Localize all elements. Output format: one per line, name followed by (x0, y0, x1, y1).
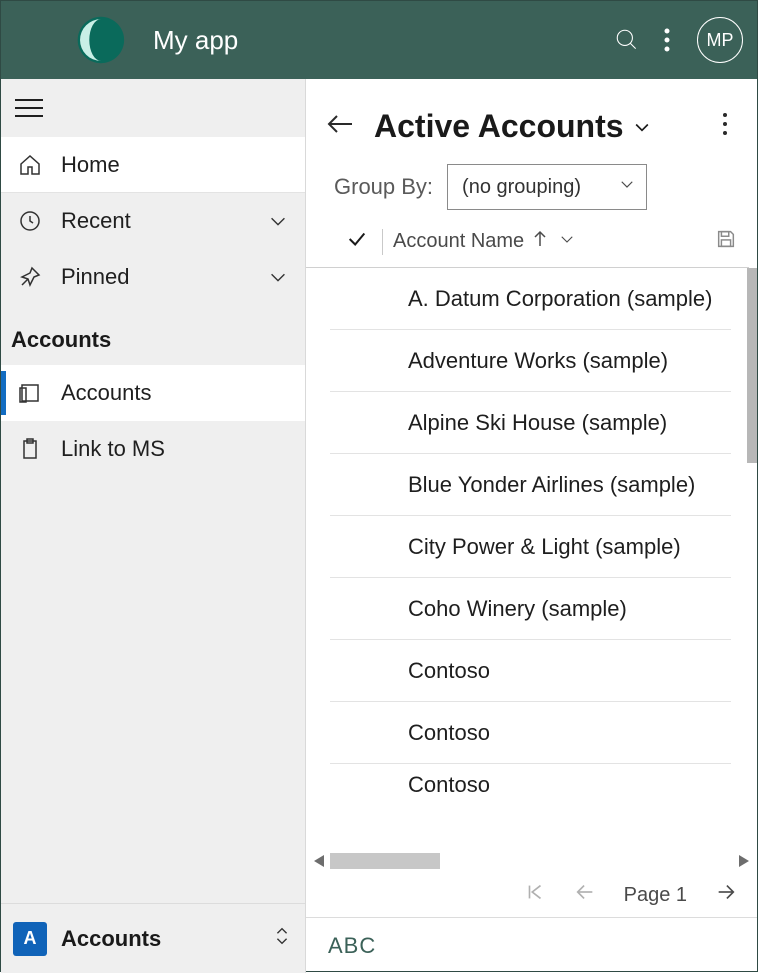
more-commands-button[interactable] (713, 107, 737, 146)
group-by-value: (no grouping) (462, 176, 581, 199)
sidebar-item-home[interactable]: Home (1, 137, 305, 193)
hamburger-menu-icon[interactable] (15, 91, 49, 125)
app-header: My app MP (1, 1, 757, 79)
horizontal-scrollbar[interactable] (312, 851, 751, 873)
vertical-scrollbar[interactable] (743, 268, 757, 851)
chevron-down-icon (267, 266, 289, 288)
sidebar-item-label: Pinned (61, 264, 130, 290)
sort-ascending-icon (532, 230, 548, 253)
list-item[interactable]: City Power & Light (sample) (330, 516, 731, 578)
sidebar: Home Recent Pinned Accounts A (1, 79, 306, 973)
sidebar-item-link-to-ms[interactable]: Link to MS (1, 421, 305, 477)
list-item[interactable]: Contoso (330, 702, 731, 764)
column-header-account-name[interactable]: Account Name (393, 230, 524, 253)
list-item[interactable]: Contoso (330, 764, 731, 806)
select-all-checkbox[interactable] (346, 228, 368, 255)
list-item[interactable]: Adventure Works (sample) (330, 330, 731, 392)
clock-icon (17, 208, 43, 234)
accounts-list: A. Datum Corporation (sample)Adventure W… (306, 268, 739, 851)
app-title: My app (153, 25, 238, 56)
jump-bar-label: ABC (328, 933, 376, 959)
prev-page-button[interactable] (574, 881, 596, 909)
area-badge: A (13, 922, 47, 956)
main-panel: Active Accounts Group By: (no grouping) (306, 79, 757, 973)
sidebar-item-pinned[interactable]: Pinned (1, 249, 305, 305)
list-item[interactable]: A. Datum Corporation (sample) (330, 268, 731, 330)
user-avatar[interactable]: MP (697, 17, 743, 63)
sidebar-area-switcher[interactable]: A Accounts (1, 903, 305, 973)
first-page-button[interactable] (524, 881, 546, 909)
area-label: Accounts (61, 926, 161, 952)
sidebar-item-recent[interactable]: Recent (1, 193, 305, 249)
updown-icon (271, 925, 293, 952)
list-item[interactable]: Blue Yonder Airlines (sample) (330, 454, 731, 516)
list-item[interactable]: Coho Winery (sample) (330, 578, 731, 640)
accounts-icon (17, 380, 43, 406)
home-icon (17, 152, 43, 178)
chevron-down-icon (267, 210, 289, 232)
view-selector[interactable]: Active Accounts (374, 108, 652, 145)
sidebar-item-label: Recent (61, 208, 131, 234)
column-header-row: Account Name (306, 224, 749, 268)
app-logo-icon (69, 11, 127, 69)
page-label: Page 1 (624, 884, 687, 907)
search-icon[interactable] (607, 27, 647, 53)
list-item[interactable]: Alpine Ski House (sample) (330, 392, 731, 454)
list-item[interactable]: Contoso (330, 640, 731, 702)
group-by-select[interactable]: (no grouping) (447, 164, 647, 210)
chevron-down-icon (618, 175, 636, 199)
sidebar-item-accounts[interactable]: Accounts (1, 365, 305, 421)
next-page-button[interactable] (715, 881, 737, 909)
view-title-text: Active Accounts (374, 108, 624, 145)
sidebar-item-label: Link to MS (61, 436, 165, 462)
group-by-label: Group By: (334, 174, 433, 200)
back-button[interactable] (326, 112, 354, 141)
pin-icon (17, 264, 43, 290)
overflow-menu-icon[interactable] (647, 27, 687, 53)
pager: Page 1 (306, 873, 757, 917)
sidebar-item-label: Home (61, 152, 120, 178)
save-icon[interactable] (715, 228, 737, 255)
column-menu-button[interactable] (558, 230, 576, 253)
jump-bar[interactable]: ABC (306, 917, 757, 973)
sidebar-section-accounts: Accounts (1, 305, 305, 365)
chevron-down-icon (632, 108, 652, 145)
sidebar-item-label: Accounts (61, 380, 152, 406)
clipboard-icon (17, 436, 43, 462)
